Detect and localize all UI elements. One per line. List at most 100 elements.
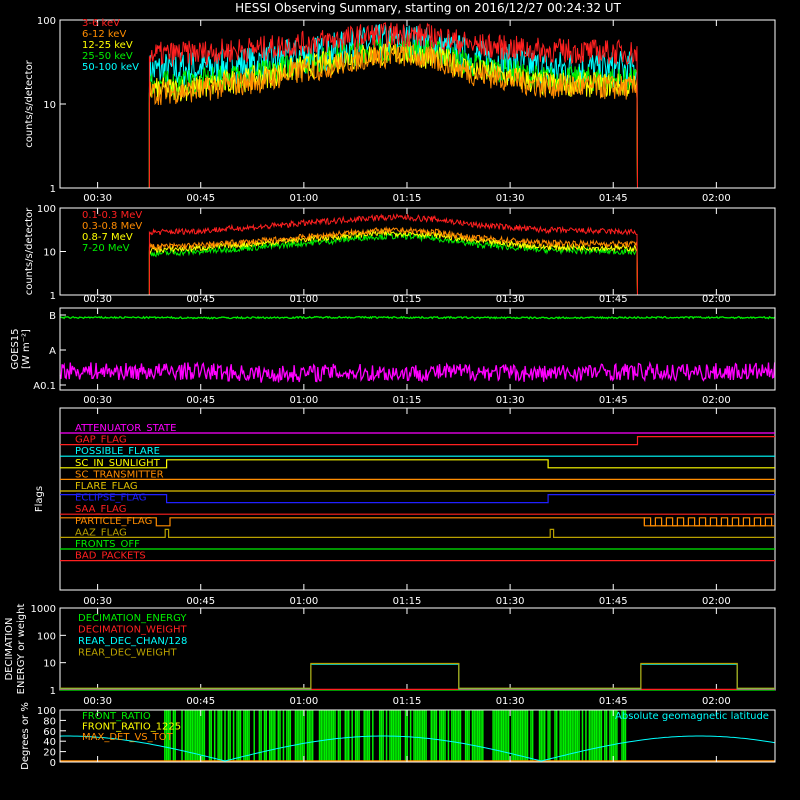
- flags-time-label: 01:45: [599, 596, 628, 607]
- flag-label: SC_IN_SUNLIGHT: [75, 458, 161, 469]
- xray-low-time-label: 02:00: [702, 193, 731, 204]
- flag-label: AAZ_FLAG: [75, 527, 127, 538]
- flag-label: PARTICLE_FLAG: [75, 516, 152, 527]
- goes-time-label: 00:30: [83, 395, 112, 406]
- ratios-ytick-label: 40: [43, 737, 56, 748]
- flag-label: BAD_PACKETS: [75, 551, 146, 562]
- flag-line-1: [60, 436, 775, 446]
- gamma-ytick-label: 100: [37, 204, 56, 215]
- goes-time-label: 01:30: [496, 395, 525, 406]
- flags-ylabel: Flags: [34, 486, 45, 512]
- decimation-time-label: 01:00: [289, 696, 318, 707]
- goes-ytick-label: A: [49, 346, 56, 357]
- flag-label: POSSIBLE_FLARE: [75, 446, 160, 457]
- gamma-time-label: 01:00: [289, 294, 318, 305]
- flags-time-label: 00:30: [83, 596, 112, 607]
- goes-time-label: 01:00: [289, 395, 318, 406]
- gamma-time-label: 00:45: [186, 294, 215, 305]
- gamma-line-2: [148, 228, 638, 296]
- xray-low-ylabel: counts/s/detector: [24, 59, 35, 147]
- plot-layer: 100101counts/s/detector3-6 keV6-12 keV12…: [4, 16, 776, 770]
- goes-ytick-label: B: [49, 311, 56, 322]
- gamma-time-label: 01:15: [393, 294, 422, 305]
- ratios-ylabel: Degrees or %: [20, 702, 31, 770]
- xray-low-legend-item: 25-50 keV: [82, 51, 133, 62]
- xray-low-time-label: 01:00: [289, 193, 318, 204]
- gamma-time-label: 01:30: [496, 294, 525, 305]
- ratio-legend-item: FRONT_RATIO_1225: [82, 722, 181, 733]
- decimation-time-label: 01:45: [599, 696, 628, 707]
- goes-time-label: 02:00: [702, 395, 731, 406]
- decimation-time-label: 01:15: [393, 696, 422, 707]
- xray-low-time-label: 00:30: [83, 193, 112, 204]
- flags-time-label: 01:30: [496, 596, 525, 607]
- flag-line-8: [60, 517, 775, 527]
- xray-low-time-label: 00:45: [186, 193, 215, 204]
- xray-low-time-label: 01:30: [496, 193, 525, 204]
- gamma-time-label: 02:00: [702, 294, 731, 305]
- flags-frame: [59, 407, 776, 591]
- flags-time-label: 01:00: [289, 596, 318, 607]
- decimation-time-label: 02:00: [702, 696, 731, 707]
- decimation-legend-item: REAR_DEC_CHAN/128: [78, 636, 187, 647]
- ratios-ytick-label: 80: [43, 716, 56, 727]
- xray-low-time-label: 01:45: [599, 193, 628, 204]
- ratios-ytick-label: 60: [43, 727, 56, 738]
- xray-low-ytick-label: 10: [43, 100, 56, 111]
- gamma-line-0: [148, 213, 638, 296]
- decimation-ylabel: DECIMATION: [4, 617, 15, 680]
- flag-label: ECLIPSE_FLAG: [75, 493, 146, 504]
- flag-label: GAP_FLAG: [75, 435, 127, 446]
- xray-low-time-label: 01:15: [393, 193, 422, 204]
- decimation-time-label: 00:30: [83, 696, 112, 707]
- decimation-legend-item: DECIMATION_ENERGY: [78, 613, 187, 624]
- goes-time-label: 01:45: [599, 395, 628, 406]
- xray-low-legend-item: 3-6 keV: [82, 18, 120, 29]
- flag-line-6: [60, 494, 775, 504]
- ratios-ytick-label: 100: [37, 706, 56, 717]
- goes-ylabel-units: [W m⁻²]: [21, 329, 32, 369]
- decimation-time-label: 01:30: [496, 696, 525, 707]
- goes-line-0: [59, 315, 776, 320]
- flag-label: SC_TRANSMITTER: [75, 469, 164, 480]
- ratios-ytick-label: 0: [50, 758, 56, 769]
- gamma-legend-item: 7-20 MeV: [82, 243, 130, 254]
- decimation-ytick-label: 1: [50, 686, 56, 697]
- goes-line-1: [59, 361, 776, 383]
- flag-particle-toggle: [643, 517, 773, 527]
- decimation-legend-item: DECIMATION_WEIGHT: [78, 625, 187, 636]
- gamma-legend-item: 0.8-7 MeV: [82, 232, 133, 243]
- gamma-time-label: 01:45: [599, 294, 628, 305]
- gamma-line-1: [148, 225, 638, 296]
- decimation-ytick-label: 10: [43, 659, 56, 670]
- goes-time-label: 01:15: [393, 395, 422, 406]
- xray-low-legend-item: 12-25 keV: [82, 40, 133, 51]
- xray-low-legend-item: 6-12 keV: [82, 29, 126, 40]
- gamma-legend-item: 0.3-0.8 MeV: [82, 221, 142, 232]
- flag-label: FLARE_FLAG: [75, 481, 138, 492]
- flags-time-label: 00:45: [186, 596, 215, 607]
- decimation-time-label: 00:45: [186, 696, 215, 707]
- decimation-ytick-label: 1000: [31, 604, 56, 615]
- ratio-geolat-annotation: Absolute geomagnetic latitude: [615, 711, 769, 722]
- decimation-legend-item: REAR_DEC_WEIGHT: [78, 648, 177, 659]
- plot-title: HESSI Observing Summary, starting on 201…: [235, 1, 621, 15]
- xray-low-legend-item: 50-100 keV: [82, 62, 139, 73]
- hessi-summary-plot: HESSI Observing Summary, starting on 201…: [4, 1, 776, 770]
- flag-label: SAA_FLAG: [75, 504, 126, 515]
- xray-low-ytick-label: 1: [50, 184, 56, 195]
- flag-line-3: [60, 459, 775, 469]
- flag-line-9: [60, 528, 775, 539]
- gamma-ytick-label: 10: [43, 248, 56, 259]
- flags-time-label: 01:15: [393, 596, 422, 607]
- ratio-legend-item: MAX_DET_VS_TOT: [82, 732, 174, 743]
- goes-time-label: 00:45: [186, 395, 215, 406]
- ratios-ytick-label: 20: [43, 748, 56, 759]
- decimation-ylabel2: ENERGY or weight: [16, 604, 27, 695]
- goes-ytick-label: A0.1: [33, 381, 56, 392]
- decimation-ytick-label: 100: [37, 631, 56, 642]
- flags-time-label: 02:00: [702, 596, 731, 607]
- xray-low-ytick-label: 100: [37, 16, 56, 27]
- flag-label: FRONTS_OFF: [75, 539, 140, 550]
- gamma-ytick-label: 1: [50, 291, 56, 302]
